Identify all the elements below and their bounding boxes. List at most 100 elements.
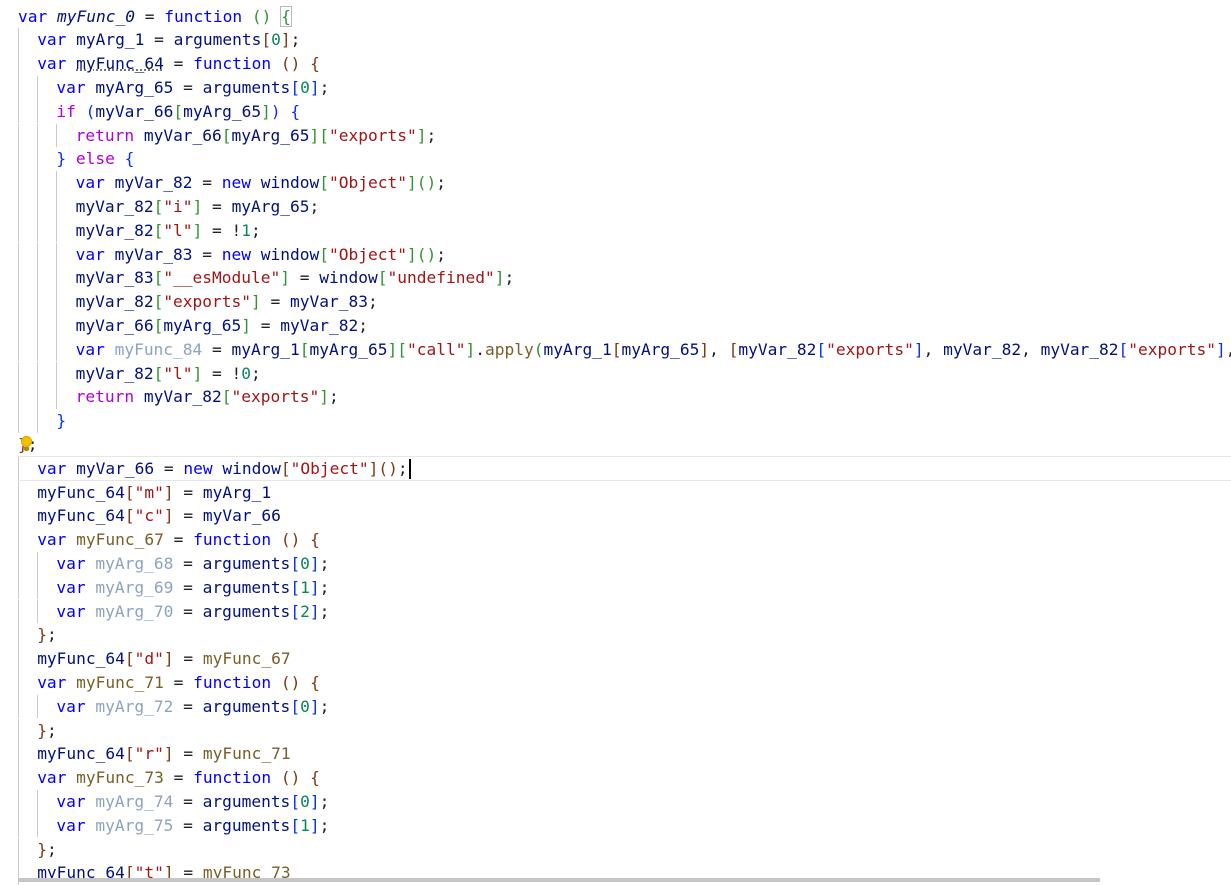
code-line[interactable]: };: [37, 623, 57, 647]
code-line[interactable]: var myVar_66 = new window["Object"]();: [37, 457, 407, 481]
horizontal-scrollbar[interactable]: [18, 878, 1100, 882]
indent-guide: [56, 313, 58, 338]
code-token: [: [124, 482, 135, 502]
code-line[interactable]: myFunc_64["c"] = myVar_66: [37, 504, 281, 528]
code-token: {: [124, 149, 135, 169]
code-token: ]: [309, 577, 320, 597]
code-line[interactable]: var myFunc_73 = function () {: [37, 766, 320, 790]
code-token: myVar_82: [75, 196, 154, 216]
code-line[interactable]: myFunc_64["d"] = myFunc_67: [37, 647, 290, 671]
indent-guide: [18, 218, 19, 243]
code-line[interactable]: myVar_83["__esModule"] = window["undefin…: [76, 266, 515, 290]
code-token: ;: [319, 553, 330, 573]
indent-guide: [18, 623, 19, 648]
code-line[interactable]: var myFunc_71 = function () {: [37, 671, 320, 695]
code-line[interactable]: };: [37, 719, 57, 743]
code-line[interactable]: var myArg_70 = arguments[2];: [56, 600, 329, 624]
code-line[interactable]: myVar_82["l"] = !1;: [76, 219, 261, 243]
code-line[interactable]: myVar_82["i"] = myArg_65;: [76, 195, 320, 219]
indent-guide: [18, 599, 19, 624]
code-token: function: [193, 672, 272, 692]
code-line[interactable]: var myFunc_67 = function () {: [37, 528, 320, 552]
code-token: myFunc_73: [76, 768, 164, 788]
indent-guide: [37, 694, 39, 719]
indent-guide: [18, 670, 19, 695]
code-token: myArg_69: [95, 577, 174, 597]
code-token: {: [310, 768, 320, 788]
indent-guide: [18, 409, 19, 433]
code-token: [: [319, 125, 330, 145]
code-token: =: [260, 292, 291, 312]
code-token: ,: [1021, 339, 1041, 359]
code-token: (: [85, 101, 96, 121]
code-token: ]: [280, 268, 291, 288]
code-line[interactable]: myVar_82["l"] = !0;: [76, 362, 261, 386]
code-token: new: [183, 458, 223, 478]
code-token: myFunc_84: [114, 339, 203, 359]
code-token: [: [153, 292, 164, 312]
code-token: "exports": [231, 387, 320, 407]
code-token: myVar_82: [114, 173, 193, 193]
code-token: =: [163, 530, 194, 550]
code-token: ,: [923, 339, 944, 359]
code-token: "l": [163, 363, 193, 383]
code-token: =: [251, 315, 281, 335]
code-token: var: [37, 768, 77, 788]
code-line[interactable]: var myFunc_64 = function () {: [37, 52, 320, 76]
code-token: ]: [163, 649, 174, 669]
indent-guide: [37, 361, 39, 386]
code-token: ]: [280, 30, 291, 50]
code-line[interactable]: var myArg_74 = arguments[0];: [56, 790, 329, 814]
code-token: ]: [309, 77, 320, 97]
indent-guide: [18, 694, 19, 719]
code-token: [: [124, 649, 135, 669]
code-line[interactable]: myVar_66[myArg_65] = myVar_82;: [76, 314, 368, 338]
indent-guide: [37, 551, 39, 576]
indent-guide: [37, 123, 39, 148]
code-token: [: [290, 601, 301, 621]
code-token: =: [163, 768, 194, 788]
code-line[interactable]: if (myVar_66[myArg_65]) {: [56, 100, 300, 124]
code-token: ;: [319, 815, 330, 835]
code-line[interactable]: var myArg_68 = arguments[0];: [56, 552, 329, 576]
code-token: ;: [46, 625, 57, 645]
indent-guide: [18, 766, 19, 790]
code-token: new: [221, 244, 261, 264]
code-token: myVar_82: [943, 339, 1022, 359]
code-line[interactable]: myFunc_64["r"] = myFunc_71: [37, 742, 290, 766]
code-line[interactable]: var myFunc_84 = myArg_1[myArg_65]["call"…: [76, 338, 1231, 362]
code-token: = !: [202, 220, 242, 240]
code-line[interactable]: var myArg_69 = arguments[1];: [56, 576, 329, 600]
code-token: myVar_83: [75, 268, 154, 288]
code-line[interactable]: var myArg_75 = arguments[1];: [56, 814, 329, 838]
code-line[interactable]: var myArg_72 = arguments[0];: [56, 695, 329, 719]
code-token: "c": [134, 506, 164, 526]
code-token: ]: [406, 173, 417, 193]
code-line[interactable]: var myFunc_0 = function () {: [18, 5, 292, 29]
code-line[interactable]: var myVar_83 = new window["Object"]();: [76, 243, 446, 267]
indent-guide: [37, 313, 39, 338]
code-token: =: [290, 268, 320, 288]
indent-guide: [18, 385, 19, 410]
code-line[interactable]: var myArg_1 = arguments[0];: [37, 28, 300, 52]
code-token: myArg_65: [309, 339, 388, 359]
indent-guide: [56, 194, 58, 219]
code-token: "undefined": [387, 268, 495, 288]
code-line[interactable]: var myVar_82 = new window["Object"]();: [76, 171, 446, 195]
code-line[interactable]: return myVar_82["exports"];: [76, 385, 339, 409]
code-line[interactable]: return myVar_66[myArg_65]["exports"];: [76, 124, 437, 148]
code-token: [: [221, 125, 232, 145]
code-line[interactable]: myVar_82["exports"] = myVar_83;: [76, 290, 378, 314]
lightbulb-icon[interactable]: [21, 435, 32, 451]
code-line[interactable]: } else {: [56, 147, 134, 171]
code-line[interactable]: var myArg_65 = arguments[0];: [56, 76, 329, 100]
code-token: myFunc_0: [56, 6, 135, 26]
code-line[interactable]: myFunc_64["m"] = myArg_1: [37, 481, 271, 505]
code-line[interactable]: };: [37, 838, 57, 862]
code-line[interactable]: }: [56, 409, 66, 433]
code-editor[interactable]: var myFunc_0 = function () {var myArg_1 …: [0, 0, 1231, 885]
code-token: ]: [192, 196, 203, 216]
